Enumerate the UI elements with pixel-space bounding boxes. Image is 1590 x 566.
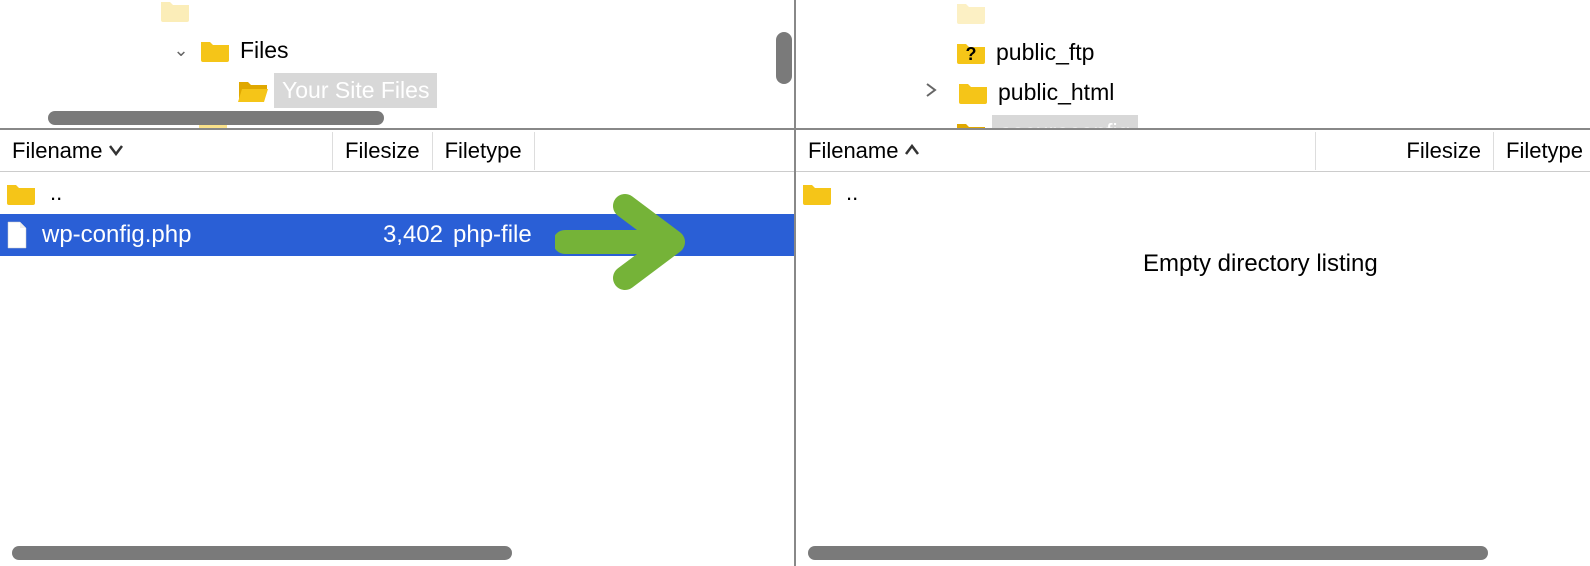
remote-file-list[interactable]: .. Empty directory listing xyxy=(796,172,1590,566)
tree-item-your-site-files[interactable]: Your Site Files xyxy=(0,70,784,110)
folder-icon xyxy=(958,80,988,104)
tree-item-public-ftp[interactable]: ? public_ftp xyxy=(796,32,1590,72)
folder-question-icon: ? xyxy=(956,40,986,64)
tree-label-selected: secureconfig xyxy=(992,115,1138,131)
horizontal-scrollbar[interactable] xyxy=(808,546,1488,560)
parent-dir-label: .. xyxy=(40,180,62,206)
tree-item-parent[interactable]: ▸ xyxy=(0,0,784,30)
chevron-down-icon[interactable]: ⌄ xyxy=(170,40,192,61)
column-label: Filetype xyxy=(1506,138,1583,164)
column-label: Filesize xyxy=(345,138,420,164)
svg-text:?: ? xyxy=(966,44,977,64)
folder-icon xyxy=(956,0,986,24)
tree-label: public_html xyxy=(998,79,1114,106)
empty-directory-message: Empty directory listing xyxy=(796,250,1590,278)
column-filename[interactable]: Filename xyxy=(796,132,1316,170)
folder-icon xyxy=(802,181,832,205)
column-label: Filesize xyxy=(1406,138,1481,164)
folder-open-icon xyxy=(238,78,268,102)
file-row-wp-config[interactable]: wp-config.php 3,402 php-file xyxy=(0,214,794,256)
column-label: Filename xyxy=(12,138,102,164)
vertical-scrollbar[interactable] xyxy=(776,32,792,84)
column-label: Filename xyxy=(808,138,898,164)
parent-dir-row[interactable]: .. xyxy=(0,172,794,214)
column-filesize[interactable]: Filesize xyxy=(333,132,433,170)
parent-dir-row[interactable]: .. xyxy=(796,172,1590,214)
horizontal-scrollbar[interactable] xyxy=(12,546,512,560)
file-size: 3,402 xyxy=(335,221,453,249)
column-filetype[interactable]: Filetype xyxy=(1494,132,1590,170)
file-name: wp-config.php xyxy=(40,221,335,249)
file-icon xyxy=(6,221,28,249)
horizontal-scrollbar[interactable] xyxy=(48,111,384,125)
column-filename[interactable]: Filename xyxy=(0,132,333,170)
column-label: Filetype xyxy=(445,138,522,164)
folder-icon xyxy=(200,38,230,62)
column-filetype[interactable]: Filetype xyxy=(433,132,535,170)
tree-item-files[interactable]: ⌄ Files xyxy=(0,30,784,70)
sort-desc-icon xyxy=(108,143,124,159)
remote-pane: ? public_ftp public_html xyxy=(795,0,1590,566)
local-list-header: Filename Filesize Filetype xyxy=(0,130,794,172)
remote-list-header: Filename Filesize Filetype Last modi xyxy=(796,130,1590,172)
tree-item-parent[interactable] xyxy=(796,0,1590,32)
tree-label-selected: Your Site Files xyxy=(274,73,437,108)
tree-item-secureconfig[interactable]: secureconfig xyxy=(796,112,1590,130)
folder-icon xyxy=(160,0,190,22)
sort-asc-icon xyxy=(904,143,920,159)
local-pane: ▸ ⌄ Files Your Site Files xyxy=(0,0,795,566)
local-tree[interactable]: ▸ ⌄ Files Your Site Files xyxy=(0,0,794,130)
chevron-right-icon[interactable] xyxy=(920,82,942,103)
tree-item-public-html[interactable]: public_html xyxy=(796,72,1590,112)
remote-tree[interactable]: ? public_ftp public_html xyxy=(796,0,1590,130)
column-filesize[interactable]: Filesize xyxy=(1316,132,1494,170)
tree-label: Files xyxy=(240,37,289,64)
folder-open-icon xyxy=(956,120,986,130)
parent-dir-label: .. xyxy=(836,180,858,206)
folder-icon xyxy=(6,181,36,205)
local-file-list[interactable]: .. wp-config.php 3,402 php-file xyxy=(0,172,794,566)
file-type: php-file xyxy=(453,221,573,249)
tree-label: public_ftp xyxy=(996,39,1094,66)
